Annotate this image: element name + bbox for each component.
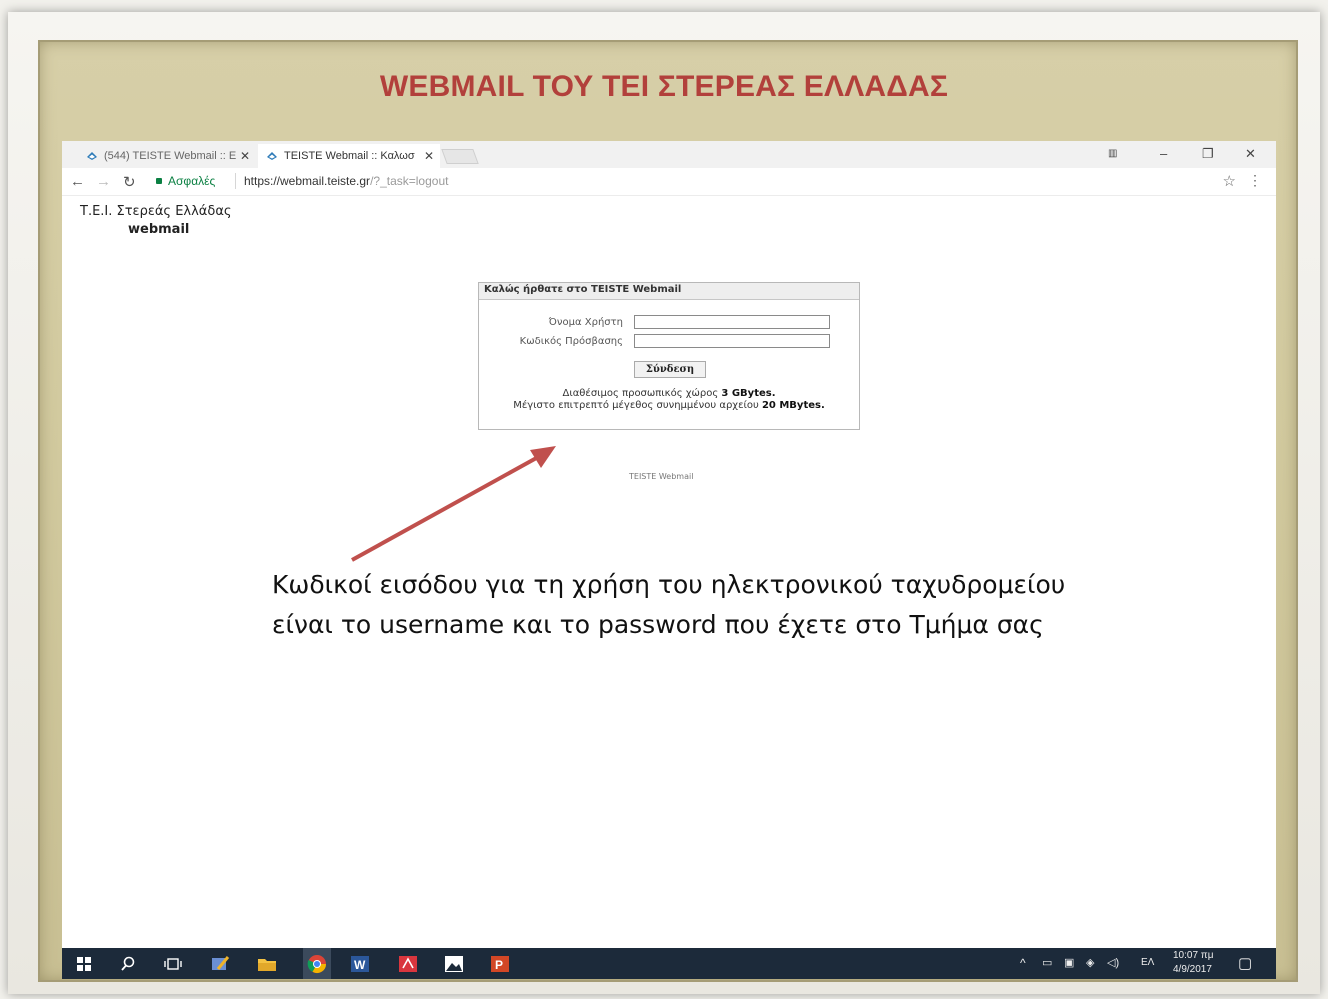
star-icon[interactable]: ☆ (1223, 172, 1236, 190)
network-icon[interactable]: ▭ (1042, 956, 1052, 969)
search-icon[interactable] (118, 954, 138, 974)
attachment-text: Μέγιστο επιτρεπτό μέγεθος συνημμένου αρχ… (513, 400, 762, 411)
close-window-icon[interactable]: ✕ (1245, 146, 1256, 162)
secure-indicator[interactable]: Ασφαλές (156, 174, 215, 188)
clock-time[interactable]: 10:07 πμ (1173, 950, 1213, 961)
page-footer: TEISTE Webmail (629, 472, 694, 481)
volume-icon[interactable]: ◁) (1107, 956, 1119, 969)
lock-icon (156, 178, 162, 184)
kebab-menu-icon[interactable]: ⋮ (1248, 172, 1262, 189)
browser-window: (544) TEISTE Webmail :: Ε ✕ TEISTE Webma… (62, 141, 1276, 979)
webmail-favicon-icon (87, 152, 97, 160)
annotation-line-2: είναι το username και το password που έχ… (272, 610, 1044, 639)
user-profile-icon[interactable]: ▥ (1108, 148, 1117, 159)
word-icon[interactable]: W (350, 954, 370, 974)
browser-toolbar: ← → ↻ Ασφαλές https://webmail.teiste.gr/… (62, 168, 1276, 196)
tab-label: (544) TEISTE Webmail :: Ε (104, 150, 237, 162)
username-input[interactable] (634, 315, 830, 329)
new-tab-button[interactable] (441, 149, 479, 164)
tab-strip: (544) TEISTE Webmail :: Ε ✕ TEISTE Webma… (62, 141, 1276, 168)
tab-close-icon[interactable]: ✕ (424, 149, 434, 163)
tab-webmail-inbox[interactable]: (544) TEISTE Webmail :: Ε ✕ (78, 144, 256, 168)
brand-label: webmail (128, 222, 190, 237)
secure-label: Ασφαλές (168, 174, 216, 188)
notifications-icon[interactable]: ▢ (1238, 954, 1252, 972)
login-header: Καλώς ήρθατε στο TEISTE Webmail (479, 283, 859, 300)
quota-text: Διαθέσιμος προσωπικός χώρος (562, 388, 722, 399)
windows-start-icon[interactable] (74, 954, 94, 974)
security-icon[interactable]: ▣ (1064, 956, 1074, 969)
acrobat-icon[interactable] (398, 954, 418, 974)
webmail-favicon-icon (267, 152, 277, 160)
login-box: Καλώς ήρθατε στο TEISTE Webmail Όνομα Χρ… (478, 282, 860, 430)
tab-close-icon[interactable]: ✕ (240, 149, 250, 163)
password-input[interactable] (634, 334, 830, 348)
url-path: /?_task=logout (370, 174, 449, 188)
clock-date[interactable]: 4/9/2017 (1173, 964, 1212, 975)
quota-info: Διαθέσιμος προσωπικός χώρος 3 GBytes. (479, 388, 859, 399)
paint-icon[interactable] (210, 954, 230, 974)
address-bar[interactable]: https://webmail.teiste.gr/?_task=logout (244, 174, 448, 188)
task-view-icon[interactable] (163, 954, 183, 974)
password-label: Κωδικός Πρόσβασης (519, 336, 623, 347)
photos-icon[interactable] (444, 954, 464, 974)
restore-icon[interactable]: ❐ (1202, 146, 1214, 162)
back-arrow-icon[interactable]: ← (70, 173, 85, 190)
institution-name: Τ.Ε.Ι. Στερεάς Ελλάδας (80, 204, 232, 219)
url-separator (235, 173, 236, 189)
minimize-icon[interactable]: – (1160, 146, 1167, 161)
reload-icon[interactable]: ↻ (123, 173, 136, 191)
slide-title: WEBMAIL ΤΟΥ ΤΕΙ ΣΤΕΡΕΑΣ ΕΛΛΑΔΑΣ (379, 70, 949, 103)
language-indicator[interactable]: ΕΛ (1141, 957, 1154, 968)
attachment-value: 20 MBytes. (761, 400, 825, 411)
tab-label: TEISTE Webmail :: Καλωσ (284, 150, 415, 162)
attachment-info: Μέγιστο επιτρεπτό μέγεθος συνημμένου αρχ… (479, 400, 859, 411)
svg-text:P: P (495, 958, 503, 972)
forward-arrow-icon[interactable]: → (96, 173, 111, 190)
svg-text:W: W (354, 958, 366, 972)
url-host: https://webmail.teiste.gr (244, 174, 371, 188)
annotation-line-1: Κωδικοί εισόδου για τη χρήση του ηλεκτρο… (272, 570, 1066, 599)
tab-webmail-login[interactable]: TEISTE Webmail :: Καλωσ ✕ (258, 144, 440, 168)
tray-overflow-icon[interactable]: ^ (1020, 956, 1026, 970)
username-label: Όνομα Χρήστη (548, 317, 623, 328)
quota-value: 3 GBytes. (721, 388, 776, 399)
sync-icon[interactable]: ◈ (1086, 956, 1094, 969)
taskbar: W P ^ ▭ ▣ ◈ ◁) ΕΛ 10:07 πμ 4/9/2017 ▢ (62, 948, 1276, 979)
login-button[interactable]: Σύνδεση (634, 361, 706, 378)
powerpoint-icon[interactable]: P (490, 954, 510, 974)
chrome-icon[interactable] (303, 948, 331, 979)
file-explorer-icon[interactable] (257, 954, 277, 974)
